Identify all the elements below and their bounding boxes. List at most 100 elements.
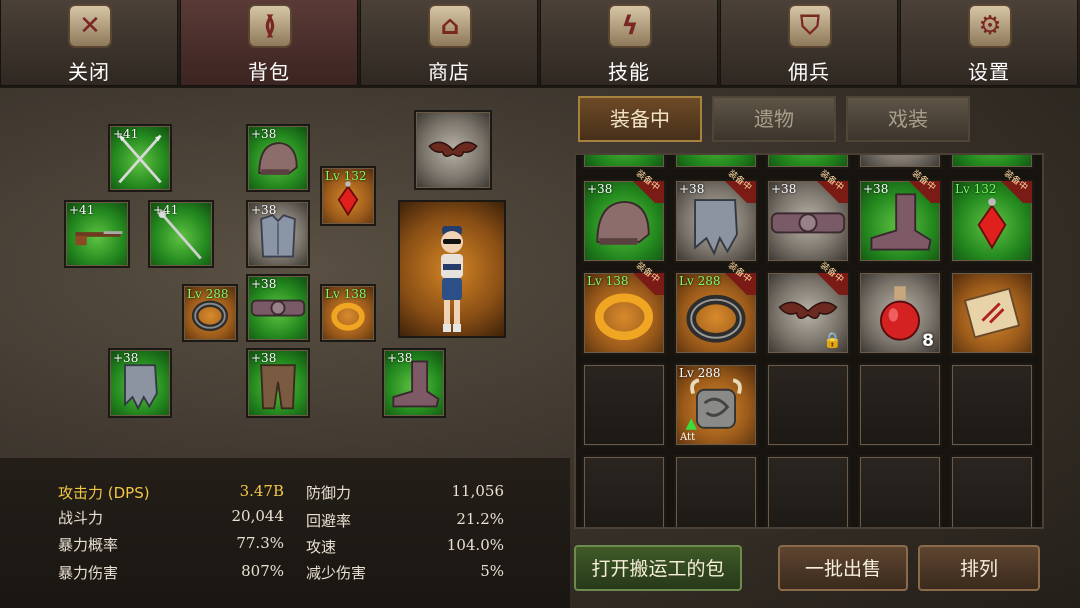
attribute-label: Att [680,432,696,443]
inventory-slot-empty[interactable] [950,455,1034,527]
lock-icon: 🔒 [823,331,842,349]
scroll-icon [963,287,1021,339]
enhance-level: +38 [587,182,613,196]
equipped-ribbon: 装备中 [630,261,664,295]
equip-slot-belt[interactable]: +38 [246,274,310,342]
inventory-slot[interactable] [582,155,666,169]
stat-label: 减少伤害 [306,564,367,582]
equipped-ribbon: 装备中 [722,261,756,295]
tab-label: 关闭 [68,60,110,84]
stat-value: 104.0% [446,536,504,554]
item-level: Lv 132 [955,182,997,196]
stat-label: 暴力概率 [58,536,119,554]
hero-character [441,226,463,332]
enhance-level: +38 [113,351,139,365]
stat-value: 20,044 [231,507,285,525]
enhance-level: +38 [863,182,889,196]
stat-value: 5% [480,562,504,580]
tab-settings[interactable]: ⚙ 设置 [900,0,1078,86]
equip-slot-ring-gold[interactable]: Lv 138 [320,284,376,342]
sort-button[interactable]: 排列 [918,545,1040,591]
equipped-ribbon: 装备中 [722,169,756,203]
inventory-slot-gloves[interactable]: +38 装备中 [674,169,758,263]
tab-mercenary[interactable]: ⛉ 佣兵 [720,0,898,86]
equip-slot-pants[interactable]: +38 [246,348,310,418]
tab-equipped[interactable]: 装备中 [578,96,702,142]
inventory-slot-amulet[interactable]: Lv 132 装备中 [950,169,1034,263]
equip-slot-staff[interactable]: +41 [148,200,214,268]
equipped-ribbon: 装备中 [814,169,848,203]
inventory-slot-potion[interactable]: 8 [858,271,942,355]
enhance-level: +38 [771,182,797,196]
inventory-slot-empty[interactable] [582,363,666,447]
inventory-slot-empty[interactable] [858,455,942,527]
stat-value: 807% [241,562,284,580]
tab-label: 佣兵 [788,60,830,84]
equip-slot-gloves[interactable]: +38 [108,348,172,418]
tab-close[interactable]: ✕ 关闭 [0,0,178,86]
item-level: Lv 138 [325,287,367,301]
inventory-slot-empty[interactable] [582,455,666,527]
equipped-ribbon: 装备中 [998,169,1032,203]
enhance-level: +41 [153,203,179,217]
equipped-ribbon: 装备中 [630,169,664,203]
enhance-level: +38 [679,182,705,196]
inventory-slot-empty[interactable] [766,363,850,447]
open-porter-bag-button[interactable]: 打开搬运工的包 [574,545,742,591]
stats-panel: 攻击力 (DPS) 3.47B 战斗力 20,044 暴力概率 77.3% 暴力… [0,458,570,608]
inventory-slot-empty[interactable] [766,455,850,527]
inventory-slot-empty[interactable] [858,363,942,447]
tab-shop[interactable]: ⌂ 商店 [360,0,538,86]
inventory-slot-belt[interactable]: +38 装备中 [766,169,850,263]
inventory-slot-boots[interactable]: +38 装备中 [858,169,942,263]
inventory-slot[interactable] [950,155,1034,169]
inventory-slot-ring-gold[interactable]: Lv 138 装备中 [582,261,666,355]
tab-label: 技能 [608,60,650,84]
backpack-icon: ≬ [248,4,292,48]
shop-icon: ⌂ [428,4,472,48]
close-icon: ✕ [68,4,112,48]
stat-label: 防御力 [306,484,352,502]
equip-slot-helmet[interactable]: +38 [246,124,310,192]
item-count: 8 [922,331,934,351]
bat-wings-icon [428,141,478,157]
inventory-slot-ring-dark[interactable]: Lv 288 装备中 [674,261,758,355]
tab-relics[interactable]: 遗物 [712,96,836,142]
inventory-slot-empty[interactable] [674,455,758,527]
tab-label: 商店 [428,60,470,84]
equip-slot-boots[interactable]: +38 [382,348,446,418]
stat-label-dps: 攻击力 (DPS) [58,484,150,502]
tab-label: 设置 [968,60,1010,84]
inventory-slot-wings[interactable]: 装备中 🔒 [766,261,850,355]
inventory-slot-rune[interactable]: Lv 288 Att [674,363,758,447]
enhance-level: +38 [251,203,277,217]
stat-label: 战斗力 [58,509,104,527]
equipped-ribbon: 装备中 [814,261,848,295]
equipped-ribbon: 装备中 [906,169,940,203]
inventory-slot-helmet[interactable]: +38 装备中 [582,169,666,263]
item-level: Lv 132 [325,169,367,183]
item-level: Lv 288 [679,366,721,380]
enhance-level: +41 [69,203,95,217]
inventory-slot[interactable] [674,155,758,169]
stat-value: 11,056 [451,482,505,500]
bulk-sell-button[interactable]: 一批出售 [778,545,908,591]
equip-slot-amulet[interactable]: Lv 132 [320,166,376,226]
tab-backpack[interactable]: ≬ 背包 [180,0,358,86]
inventory-slot[interactable] [766,155,850,169]
tab-costumes[interactable]: 戏装 [846,96,970,142]
stat-label: 攻速 [306,538,337,556]
inventory-slot-scroll[interactable] [950,271,1034,355]
equip-slot-ring-dark[interactable]: Lv 288 [182,284,238,342]
equip-slot-armor[interactable]: +38 [246,200,310,268]
tab-skills[interactable]: ϟ 技能 [540,0,718,86]
top-nav: ✕ 关闭 ≬ 背包 ⌂ 商店 ϟ 技能 ⛉ 佣兵 ⚙ 设置 [0,0,1080,88]
inventory-slot[interactable] [858,155,942,169]
inventory-slot-empty[interactable] [950,363,1034,447]
equip-slot-rifle[interactable]: +41 [64,200,130,268]
equip-slot-spears[interactable]: +41 [108,124,172,192]
stat-label: 暴力伤害 [58,564,119,582]
stat-value: 77.3% [236,534,284,552]
equip-slot-wings[interactable] [414,110,492,190]
stat-value: 21.2% [456,510,504,528]
